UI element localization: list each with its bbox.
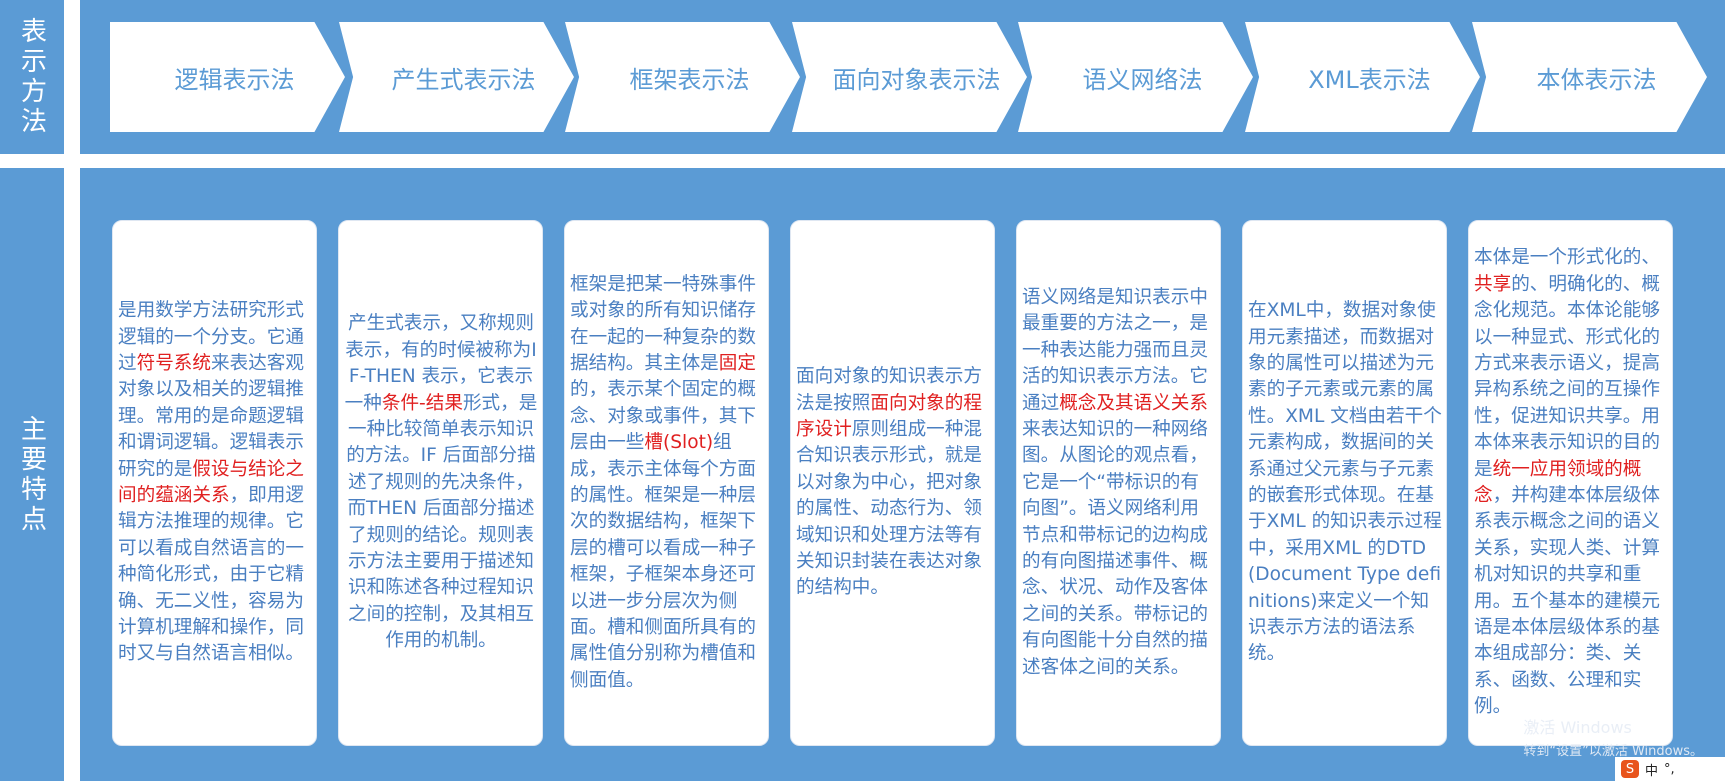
feature-text: 是用数学方法研究形式逻辑的一个分支。它通过符号系统来表达客观对象以及相关的逻辑推… (118, 298, 312, 668)
feature-text: 本体是一个形式化的、共享的、明确化的、概念化规范。本体论能够以一种显式、形式化的… (1474, 245, 1668, 720)
method-label: 框架表示法 (629, 65, 750, 94)
method-label: 语义网络法 (1082, 65, 1203, 94)
highlight-text: 条件-结果 (381, 392, 463, 414)
feature-text-segment: 在XML中，数据对象使用元素描述，而数据对象的属性可以描述为元素的子元素或元素的… (1248, 300, 1442, 665)
highlight-text: 符号系统 (136, 352, 211, 374)
method-chevron-semantic-network: 语义网络法 (1018, 22, 1253, 132)
feature-text: 产生式表示，又称规则表示，有的时候被称为IF-THEN 表示，它表示一种条件-结… (344, 311, 538, 654)
sogou-logo-icon[interactable]: S (1621, 760, 1639, 778)
method-chevron-frame: 框架表示法 (565, 22, 800, 132)
method-label: 本体表示法 (1536, 65, 1657, 94)
method-chevron-production: 产生式表示法 (339, 22, 574, 132)
feature-text-segment: 来表达知识的一种网络图。从图论的观点看，它是一个“带标识的有向图”。语义网络利用… (1022, 418, 1208, 678)
highlight-text: 共享 (1474, 273, 1512, 295)
feature-card-frame: 框架是把某一特殊事件或对象的所有知识储存在一起的一种复杂的数据结构。其主体是固定… (564, 220, 769, 746)
feature-card-xml: 在XML中，数据对象使用元素描述，而数据对象的属性可以描述为元素的子元素或元素的… (1242, 220, 1447, 746)
method-label: XML表示法 (1308, 65, 1431, 94)
method-label: 逻辑表示法 (174, 65, 295, 94)
side-label-features-text: 主要特点 (16, 414, 47, 535)
feature-text-segment: 组成，表示主体每个方面的属性。框架是一种层次的数据结构，框架下层的槽可以看成一种… (570, 432, 756, 691)
feature-text-segment: 本体是一个形式化的、 (1474, 247, 1660, 269)
highlight-text: 固定 (718, 352, 756, 374)
feature-text-segment: ，即用逻辑方法推理的规律。它可以看成自然语言的一种简化形式，由于它精确、无二义性… (118, 485, 304, 665)
watermark-title: 激活 Windows (1523, 718, 1632, 737)
feature-card-semantic-network: 语义网络是知识表示中最重要的方法之一，是一种表达能力强而且灵活的知识表示方法。它… (1016, 220, 1221, 746)
feature-text: 框架是把某一特殊事件或对象的所有知识储存在一起的一种复杂的数据结构。其主体是固定… (570, 272, 764, 695)
feature-text: 面向对象的知识表示方法是按照面向对象的程序设计原则组成一种混合知识表示形式，就是… (796, 364, 990, 602)
punctuation-indicator[interactable]: °, (1664, 762, 1675, 777)
feature-text-segment: 原则组成一种混合知识表示形式，就是以对象为中心，把对象的属性、动态行为、领域知识… (796, 418, 982, 599)
side-label-features: 主要特点 (0, 168, 64, 781)
highlight-text: 概念及其语义关系 (1059, 392, 1208, 414)
method-chevron-xml: XML表示法 (1245, 22, 1480, 132)
feature-text-segment: 形式，是一种比较简单表示知识的方法。IF 后面部分描述了规则的先决条件，而THE… (346, 392, 538, 652)
feature-card-ontology: 本体是一个形式化的、共享的、明确化的、概念化规范。本体论能够以一种显式、形式化的… (1468, 220, 1673, 746)
method-label: 面向对象表示法 (832, 65, 1001, 94)
ime-mode-indicator[interactable]: 中 (1645, 760, 1658, 779)
ime-tray[interactable]: S 中 °, (1615, 757, 1725, 781)
feature-text-segment: ，并构建本体层级体系表示概念之间的语义关系，实现人类、计算机对知识的共享和重用。… (1474, 485, 1660, 718)
method-label: 产生式表示法 (391, 65, 536, 94)
highlight-text: 槽(Slot) (644, 432, 714, 454)
feature-text-segment: 的、明确化的、概念化规范。本体论能够以一种显式、形式化的方式来表示语义，提高异构… (1474, 273, 1660, 480)
method-chevron-ontology: 本体表示法 (1472, 22, 1707, 132)
feature-text: 在XML中，数据对象使用元素描述，而数据对象的属性可以描述为元素的子元素或元素的… (1248, 298, 1442, 668)
feature-card-production: 产生式表示，又称规则表示，有的时候被称为IF-THEN 表示，它表示一种条件-结… (338, 220, 543, 746)
feature-card-logic: 是用数学方法研究形式逻辑的一个分支。它通过符号系统来表达客观对象以及相关的逻辑推… (112, 220, 317, 746)
side-label-methods: 表示方法 (0, 0, 64, 154)
feature-card-object-oriented: 面向对象的知识表示方法是按照面向对象的程序设计原则组成一种混合知识表示形式，就是… (790, 220, 995, 746)
method-chevron-logic: 逻辑表示法 (110, 22, 345, 132)
feature-text: 语义网络是知识表示中最重要的方法之一，是一种表达能力强而且灵活的知识表示方法。它… (1022, 285, 1216, 681)
side-label-methods-text: 表示方法 (16, 17, 47, 137)
method-chevron-object-oriented: 面向对象表示法 (792, 22, 1027, 132)
